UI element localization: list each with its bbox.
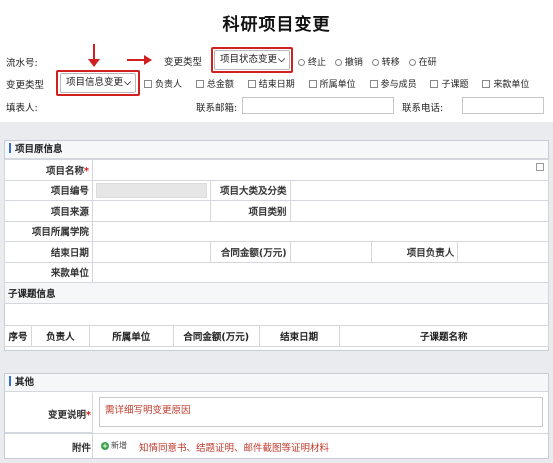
reason-textarea[interactable]: 需详细写明变更原因 [99,397,543,427]
leader-label: 项目负责人 [371,241,459,263]
end-date-field[interactable] [91,241,211,263]
attachment-label: 附件 [71,443,91,454]
other-panel: 其他 变更说明* 需详细写明变更原因 附件 + 新增 知情同意书、结题证明、邮件截… [4,373,550,459]
section-bar-icon [9,376,11,386]
arrow-down-shaft [93,44,95,60]
radio-icon [334,59,342,66]
category-field[interactable] [289,179,550,201]
checkbox-icon [195,80,204,88]
checkbox-icon [247,80,256,88]
leader-field[interactable] [457,241,549,263]
radio-revoke[interactable]: 撤销 [334,58,363,68]
source-label: 项目来源 [4,200,93,222]
subtopic-col-index: 序号 [4,325,32,347]
highlight-box-info [56,70,140,96]
radio-ongoing[interactable]: 在研 [408,58,437,68]
checkbox-icon [430,80,439,88]
serial-label: 流水号: [6,58,38,69]
project-no-gray [95,182,207,198]
checkbox-icon [482,80,491,88]
original-info-panel: 项目原信息 项目名称* 项目编号 项目大类及分类 项目来源 项目类别 项目所属学… [4,140,550,351]
category-label: 项目大类及分类 [209,179,291,201]
field-checkbox-group: 负责人 总金额 结束日期 所属单位 参与成员 子课题 来款单位 [144,77,529,90]
phone-label: 联系电话: [402,103,444,114]
checkbox-leader[interactable]: 负责人 [144,80,182,90]
subtopic-col-amount: 合同金额(万元) [172,325,260,347]
change-kind-label: 变更类型 [164,57,203,68]
funder-label: 来款单位 [4,261,93,283]
filler-input[interactable] [42,98,138,115]
project-no-field [91,179,211,201]
email-input[interactable] [242,97,394,114]
reason-label: 变更说明* [48,410,91,421]
contract-amount-field[interactable] [289,241,373,263]
attachment-hint: 知情同意书、结题证明、邮件截图等证明材料 [139,443,330,454]
subtopic-col-name: 子课题名称 [338,325,550,347]
phone-input[interactable] [462,97,544,114]
checkbox-funder[interactable]: 来款单位 [482,80,529,90]
section-bar-icon [9,143,11,153]
original-info-header: 项目原信息 [5,141,548,159]
checkbox-total-amount[interactable]: 总金额 [195,80,234,90]
checkbox-members[interactable]: 参与成员 [369,80,417,90]
plus-circle-icon: + [101,442,109,450]
checkbox-unit[interactable]: 所属单位 [308,80,356,90]
add-attachment-button[interactable]: + 新增 [101,440,127,451]
radio-transfer[interactable]: 转移 [371,58,400,68]
change-type-label: 变更类型 [6,80,45,91]
subtopic-col-end-date: 结束日期 [258,325,340,347]
checkbox-icon [308,80,317,88]
type-field[interactable] [289,200,550,222]
project-name-field[interactable] [91,159,550,181]
subtopic-header: 子课题信息 [4,282,549,304]
subtopic-table: 序号 负责人 所属单位 合同金额(万元) 结束日期 子课题名称 [4,325,550,347]
highlight-box-status [211,47,293,73]
arrow-right-icon [144,55,152,65]
college-field[interactable] [91,220,550,242]
original-info-table: 项目名称* 项目编号 项目大类及分类 项目来源 项目类别 项目所属学院 结束日期… [4,159,550,304]
radio-terminate[interactable]: 终止 [298,58,326,68]
radio-icon [298,59,305,66]
other-header: 其他 [5,374,548,392]
project-no-label: 项目编号 [4,179,93,201]
end-date-label: 结束日期 [4,241,93,263]
checkbox-icon [144,80,152,88]
status-radio-group: 终止 撤销 转移 在研 [298,55,437,68]
checkbox-subtopic[interactable]: 子课题 [430,80,468,90]
type-label: 项目类别 [209,200,291,222]
funder-field[interactable] [91,261,550,283]
arrow-down-icon [88,59,100,67]
subtopic-col-leader: 负责人 [30,325,90,347]
filler-label: 填表人: [6,103,38,114]
checkbox-end-date[interactable]: 结束日期 [247,80,295,90]
calendar-icon [536,163,544,171]
project-name-label: 项目名称* [4,159,93,181]
source-field[interactable] [91,200,211,222]
arrow-right-shaft [127,59,145,61]
subtopic-col-unit: 所属单位 [88,325,174,347]
email-label: 联系邮箱: [196,103,238,114]
radio-icon [408,59,416,66]
checkbox-icon [369,80,378,88]
page-title: 科研项目变更 [222,15,331,35]
radio-icon [371,59,379,66]
contract-amount-label: 合同金额(万元) [209,241,291,263]
reason-placeholder: 需详细写明变更原因 [105,405,191,416]
college-label: 项目所属学院 [4,220,93,242]
